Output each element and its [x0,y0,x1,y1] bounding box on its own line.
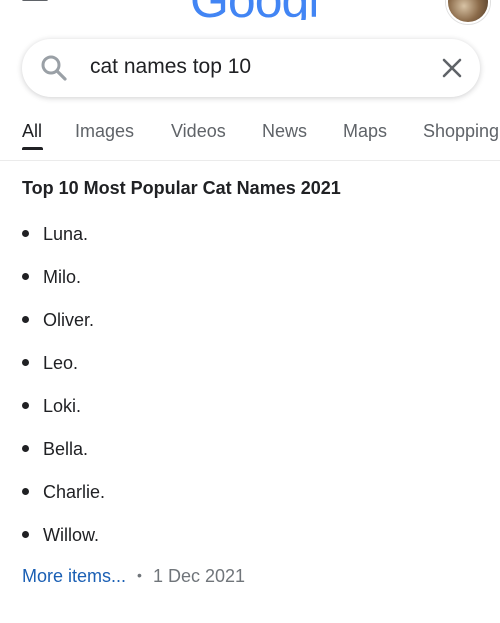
list-item-label: Bella. [43,439,89,459]
active-tab-indicator [22,147,43,150]
google-logo[interactable]: Google [190,0,316,20]
tab-all[interactable]: All [22,121,42,142]
logo-text: Google [190,0,316,20]
tab-videos[interactable]: Videos [171,121,226,142]
bullet-icon [22,445,29,452]
bullet-icon [22,273,29,280]
bullet-icon [22,531,29,538]
close-icon[interactable] [440,56,464,80]
menu-icon[interactable] [22,0,48,6]
bullet-icon [22,402,29,409]
search-results-page: Google cat names top 10 All Images Video… [0,0,500,623]
list-item-label: Milo. [43,267,82,287]
snippet-title: Top 10 Most Popular Cat Names 2021 [22,178,341,198]
list-item-label: Oliver. [43,310,95,330]
tab-news[interactable]: News [262,121,307,142]
snippet-footer: More items... • 1 Dec 2021 [22,566,245,587]
list-item-label: Willow. [43,525,100,545]
tab-images[interactable]: Images [75,121,134,142]
search-icon[interactable] [40,54,68,82]
top-bar: Google [0,0,500,24]
list-item-label: Leo. [43,353,79,373]
search-input[interactable]: cat names top 10 [90,55,251,79]
list-item-label: Charlie. [43,482,106,502]
bullet-icon [22,230,29,237]
tab-shopping[interactable]: Shopping [423,121,499,142]
bullet-icon [22,316,29,323]
bullet-icon [22,488,29,495]
account-avatar[interactable] [446,0,490,24]
search-tabs: All Images Videos News Maps Shopping [0,110,500,161]
tab-maps[interactable]: Maps [343,121,387,142]
search-box[interactable]: cat names top 10 [22,39,480,97]
list-item-label: Loki. [43,396,82,416]
list-item-label: Luna. [43,224,89,244]
snippet-date: 1 Dec 2021 [152,566,246,586]
bullet-icon [22,359,29,366]
more-items-link[interactable]: More items... [22,566,126,586]
separator-dot: • [137,567,142,583]
